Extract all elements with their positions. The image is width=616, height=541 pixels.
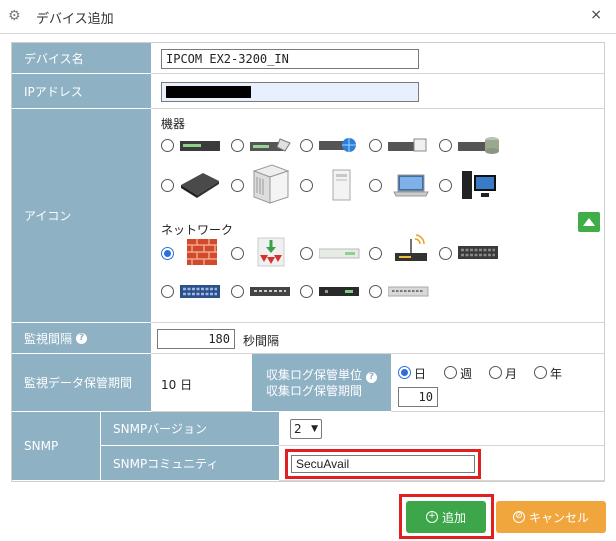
chevron-down-icon: ▼ — [311, 424, 318, 434]
flat-switch-icon — [318, 248, 361, 263]
help-icon[interactable]: ? — [76, 332, 88, 344]
icon-radio[interactable] — [369, 285, 382, 298]
blue-switch-icon — [180, 284, 222, 303]
device-name-label: デバイス名 — [12, 43, 151, 74]
ip-address-label: IPアドレス — [12, 74, 151, 109]
icon-radio[interactable] — [369, 179, 382, 192]
hub-icon — [250, 286, 292, 301]
icon-radio[interactable] — [300, 285, 313, 298]
log-unit-label: 収集ログ保管単位? 収集ログ保管期間 — [252, 354, 391, 412]
interval-input[interactable]: 180 — [157, 329, 235, 349]
close-icon[interactable]: × — [590, 7, 602, 23]
device-name-input[interactable]: IPCOM EX2-3200_IN — [161, 49, 419, 69]
retention-value: 10 日 — [161, 378, 193, 392]
icon-radio[interactable] — [231, 247, 244, 260]
snmp-community-label: SNMPコミュニティ — [100, 446, 279, 481]
snmp-community-cell: SecuAvail — [279, 446, 604, 481]
equipment-section-title: 機器 — [161, 117, 186, 131]
snmp-label: SNMP — [12, 412, 100, 481]
appliance-icon — [179, 171, 221, 202]
log-unit-radio-day[interactable] — [398, 366, 411, 379]
icon-radio[interactable] — [369, 139, 382, 152]
plus-circle-icon: + — [425, 511, 438, 523]
patch-switch-icon — [458, 245, 500, 264]
desktop-pc-icon — [461, 169, 497, 204]
icon-radio[interactable] — [300, 247, 313, 260]
gear-icon[interactable]: ⚙ — [8, 9, 22, 23]
log-unit-cell: 日 週 月 年 10 — [391, 354, 604, 412]
snmp-community-input[interactable]: SecuAvail — [291, 455, 475, 473]
rack-server-box-icon — [388, 137, 430, 156]
ip-address-cell — [151, 74, 604, 109]
icon-radio-selected[interactable] — [161, 247, 174, 260]
icon-radio[interactable] — [300, 179, 313, 192]
icon-radio[interactable] — [161, 285, 174, 298]
icon-radio[interactable] — [439, 139, 452, 152]
icon-radio[interactable] — [161, 139, 174, 152]
tower-server-icon — [250, 163, 290, 208]
ip-address-input[interactable] — [161, 82, 419, 102]
device-form: デバイス名 IPCOM EX2-3200_IN IPアドレス アイコン 機器 ネ… — [11, 42, 605, 482]
cancel-button[interactable]: ⊘ キャンセル — [496, 501, 606, 533]
log-period-input[interactable]: 10 — [398, 387, 438, 407]
icon-radio[interactable] — [231, 179, 244, 192]
snmp-version-cell: 2 ▼ — [279, 412, 604, 446]
scroll-up-button[interactable] — [578, 212, 600, 232]
log-unit-radio-month[interactable] — [489, 366, 502, 379]
interval-label: 監視間隔? — [12, 323, 151, 354]
snmp-version-select[interactable]: 2 ▼ — [290, 419, 322, 439]
log-unit-year-label: 年 — [550, 367, 563, 381]
laptop-icon — [393, 173, 429, 200]
icon-label: アイコン — [12, 109, 151, 323]
retention-label: 監視データ保管期間 — [12, 354, 151, 412]
log-period-label: 収集ログ保管期間 — [266, 383, 363, 398]
add-button[interactable]: + 追加 — [406, 501, 486, 533]
dialog-title: デバイス追加 — [36, 12, 114, 27]
dialog-titlebar: ⚙ デバイス追加 × — [0, 0, 616, 34]
redaction-bar — [166, 86, 251, 98]
icon-radio[interactable] — [231, 285, 244, 298]
retention-cell: 10 日 — [151, 354, 252, 412]
log-unit-week-label: 週 — [460, 367, 473, 381]
log-unit-radio-week[interactable] — [444, 366, 457, 379]
icon-radio[interactable] — [300, 139, 313, 152]
icon-picker: 機器 ネットワーク — [151, 109, 604, 323]
wifi-router-icon — [393, 233, 429, 270]
icon-radio[interactable] — [439, 179, 452, 192]
network-section-title: ネットワーク — [161, 223, 234, 237]
log-unit-radio-year[interactable] — [534, 366, 547, 379]
gray-switch-icon — [387, 286, 430, 301]
icon-radio[interactable] — [231, 139, 244, 152]
device-name-cell: IPCOM EX2-3200_IN — [151, 43, 604, 74]
dark-switch-icon — [319, 286, 361, 301]
help-icon[interactable]: ? — [366, 371, 378, 383]
slim-tower-icon — [331, 169, 353, 204]
rack-server-pen-icon — [250, 137, 292, 156]
interval-cell: 180 秒間隔 — [151, 323, 604, 354]
icon-radio[interactable] — [439, 247, 452, 260]
log-unit-month-label: 月 — [505, 367, 518, 381]
icon-radio[interactable] — [161, 179, 174, 192]
rack-server-db-icon — [458, 136, 500, 157]
log-unit-day-label: 日 — [414, 367, 427, 381]
snmp-version-label: SNMPバージョン — [100, 412, 279, 446]
ban-icon: ⊘ — [512, 511, 525, 523]
icon-radio[interactable] — [369, 247, 382, 260]
firewall-icon — [187, 239, 217, 268]
rack-server-icon — [180, 140, 220, 154]
rack-server-globe-icon — [319, 136, 359, 157]
interval-unit: 秒間隔 — [243, 334, 280, 348]
router-arrows-icon — [257, 237, 285, 270]
